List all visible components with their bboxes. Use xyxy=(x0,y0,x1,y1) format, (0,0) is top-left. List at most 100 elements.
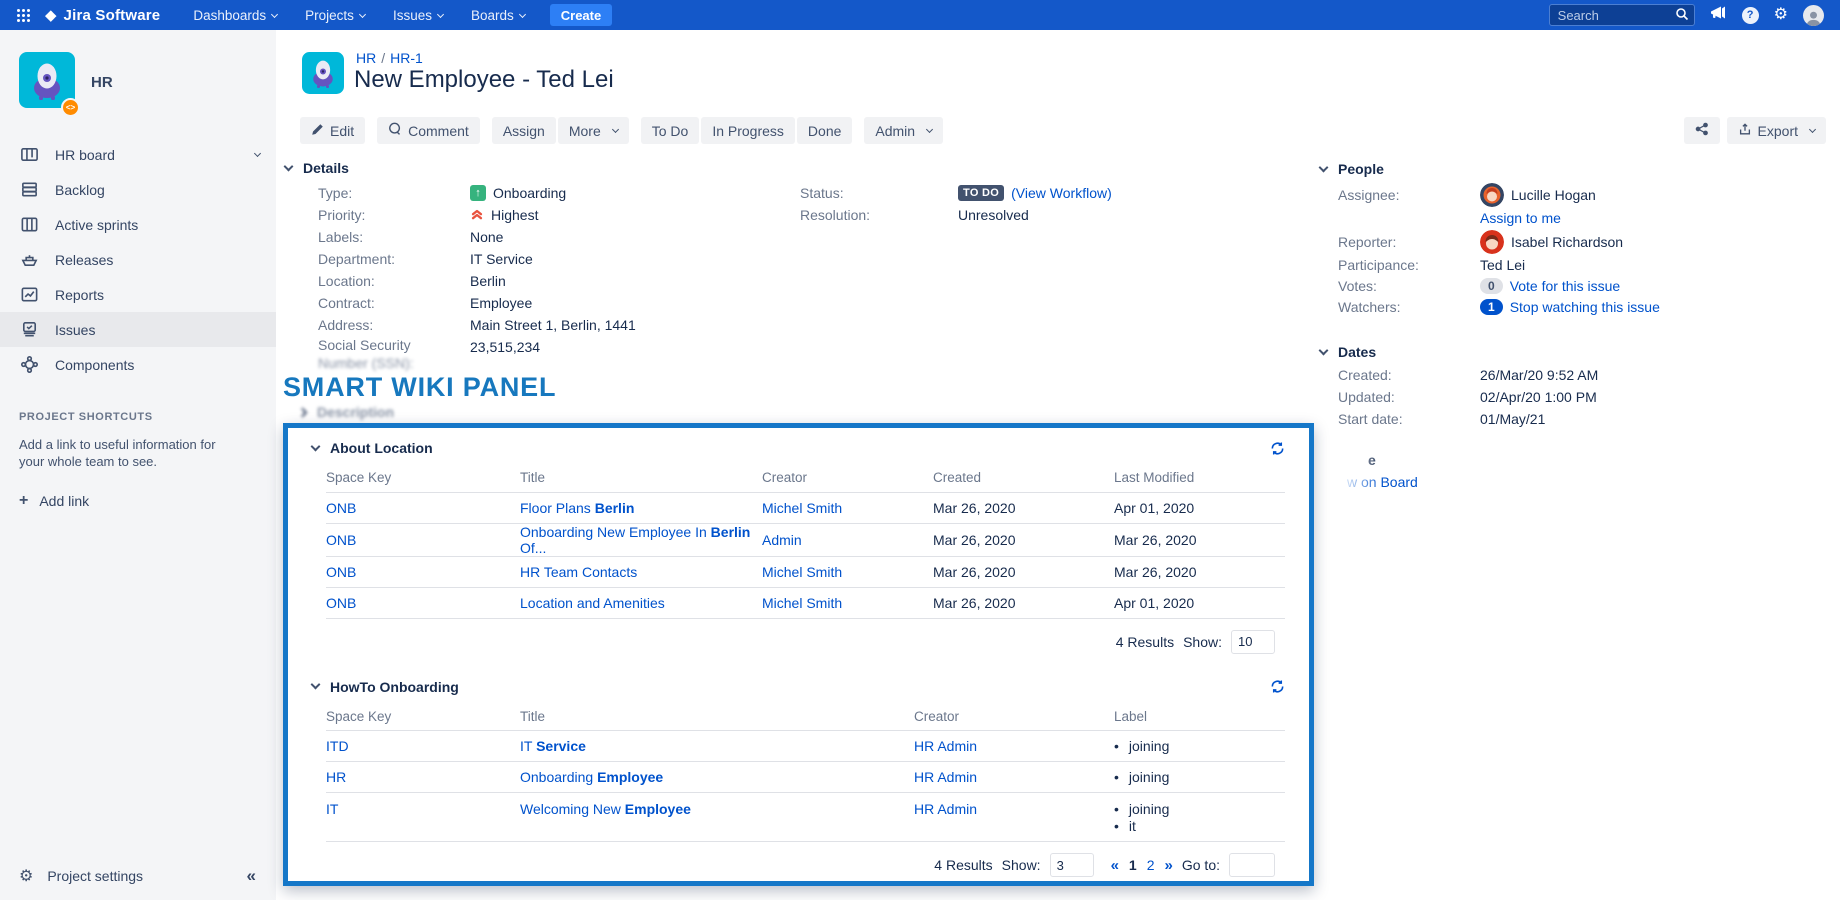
space-key-link[interactable]: ONB xyxy=(326,564,356,580)
in-progress-transition-button[interactable]: In Progress xyxy=(701,117,795,144)
collapse-details-icon[interactable] xyxy=(284,161,294,171)
pagination: « 1 2 » xyxy=(1111,857,1173,874)
stop-watching-link[interactable]: Stop watching this issue xyxy=(1510,299,1660,315)
creator-link[interactable]: Michel Smith xyxy=(762,564,842,580)
board-icon xyxy=(19,145,40,164)
table-row: IT Welcoming New Employee HR Admin joini… xyxy=(326,793,1285,842)
admin-button[interactable]: Admin xyxy=(864,117,943,144)
collapse-about-location-icon[interactable] xyxy=(311,441,321,451)
first-page-button[interactable]: « xyxy=(1111,857,1119,874)
howto-onboarding-table: Space Key Title Creator Label ITD IT Ser… xyxy=(326,703,1285,843)
refresh-icon[interactable] xyxy=(1270,679,1285,694)
page-title-link[interactable]: Welcoming New Employee xyxy=(520,801,691,817)
reporter-link[interactable]: Isabel Richardson xyxy=(1511,234,1623,250)
jira-logo[interactable]: ◆ Jira Software xyxy=(45,7,160,24)
space-key-link[interactable]: ONB xyxy=(326,532,356,548)
comment-button[interactable]: Comment xyxy=(377,117,480,144)
space-key-link[interactable]: IT xyxy=(326,801,338,817)
sidebar-menu: HR board Backlog Active sprints Releases… xyxy=(0,137,276,382)
vote-link[interactable]: Vote for this issue xyxy=(1510,278,1621,294)
todo-transition-button[interactable]: To Do xyxy=(641,117,700,144)
gear-icon[interactable]: ⚙ xyxy=(1774,7,1788,23)
creator-link[interactable]: HR Admin xyxy=(914,769,977,785)
project-type-badge: <> xyxy=(61,98,80,117)
breadcrumb-project-link[interactable]: HR xyxy=(356,50,376,66)
project-settings-button[interactable]: Project settings xyxy=(47,868,143,884)
about-location-header: About Location xyxy=(312,438,1285,458)
page-title-link[interactable]: HR Team Contacts xyxy=(520,564,637,580)
user-avatar[interactable] xyxy=(1803,5,1824,26)
creator-link[interactable]: Michel Smith xyxy=(762,595,842,611)
search-input[interactable] xyxy=(1549,4,1695,26)
chevron-down-icon xyxy=(437,10,444,17)
export-button[interactable]: Export xyxy=(1727,117,1826,144)
sidebar-item-hr-board[interactable]: HR board xyxy=(0,137,276,172)
column-header: Creator xyxy=(914,703,1114,731)
refresh-icon[interactable] xyxy=(1270,441,1285,456)
table-row: ONB HR Team Contacts Michel Smith Mar 26… xyxy=(326,556,1285,587)
space-key-link[interactable]: ONB xyxy=(326,595,356,611)
page-title-link[interactable]: Onboarding Employee xyxy=(520,769,663,785)
page-title-link[interactable]: Floor Plans Berlin xyxy=(520,500,634,516)
column-header: Title xyxy=(520,464,762,492)
share-button[interactable] xyxy=(1684,117,1720,144)
assign-button[interactable]: Assign xyxy=(492,117,556,144)
nav-dashboards[interactable]: Dashboards xyxy=(184,0,286,30)
view-on-board-link-fragment[interactable]: w on Board xyxy=(1347,474,1418,490)
show-count-input[interactable] xyxy=(1231,630,1275,654)
creator-link[interactable]: HR Admin xyxy=(914,801,977,817)
page-title-link[interactable]: IT Service xyxy=(520,738,586,754)
space-key-link[interactable]: ITD xyxy=(326,738,349,754)
sidebar-item-reports[interactable]: Reports xyxy=(0,277,276,312)
expand-description-icon[interactable] xyxy=(298,407,308,417)
collapse-howto-icon[interactable] xyxy=(311,680,321,690)
edit-button[interactable]: Edit xyxy=(300,117,365,144)
more-button[interactable]: More xyxy=(558,117,629,144)
view-workflow-link[interactable]: (View Workflow) xyxy=(1011,185,1112,201)
nav-issues[interactable]: Issues xyxy=(384,0,452,30)
help-icon[interactable]: ? xyxy=(1742,7,1759,24)
backlog-icon xyxy=(19,180,40,199)
assign-to-me-link[interactable]: Assign to me xyxy=(1480,210,1561,226)
chart-icon xyxy=(19,285,40,304)
collapse-people-icon[interactable] xyxy=(1319,162,1329,172)
page-title-link[interactable]: Onboarding New Employee In Berlin Of... xyxy=(520,524,750,556)
done-transition-button[interactable]: Done xyxy=(797,117,852,144)
ship-icon xyxy=(19,250,40,269)
creator-link[interactable]: Admin xyxy=(762,532,802,548)
issue-project-avatar[interactable] xyxy=(302,52,344,99)
sidebar-item-backlog[interactable]: Backlog xyxy=(0,172,276,207)
plus-icon: + xyxy=(19,493,28,509)
project-sidebar: <> HR HR board Backlog Active sprints Re… xyxy=(0,30,276,900)
sidebar-item-components[interactable]: Components xyxy=(0,347,276,382)
add-link-button[interactable]: + Add link xyxy=(19,493,256,509)
last-page-button[interactable]: » xyxy=(1165,857,1173,874)
creator-link[interactable]: HR Admin xyxy=(914,738,977,754)
page-title-link[interactable]: Location and Amenities xyxy=(520,595,665,611)
column-header: Creator xyxy=(762,464,933,492)
show-count-input[interactable] xyxy=(1050,853,1094,877)
assignee-avatar xyxy=(1480,183,1504,207)
sidebar-item-releases[interactable]: Releases xyxy=(0,242,276,277)
create-button[interactable]: Create xyxy=(550,4,612,26)
nav-projects[interactable]: Projects xyxy=(296,0,374,30)
app-switcher-icon[interactable] xyxy=(16,8,31,23)
label-item: joining xyxy=(1114,801,1285,818)
assignee-link[interactable]: Lucille Hogan xyxy=(1511,187,1596,203)
project-avatar[interactable]: <> xyxy=(19,52,75,113)
collapse-sidebar-button[interactable]: « xyxy=(247,866,256,886)
sidebar-item-issues[interactable]: Issues xyxy=(0,312,276,347)
nav-boards[interactable]: Boards xyxy=(462,0,534,30)
space-key-link[interactable]: ONB xyxy=(326,500,356,516)
creator-link[interactable]: Michel Smith xyxy=(762,500,842,516)
collapse-dates-icon[interactable] xyxy=(1319,345,1329,355)
goto-page-input[interactable] xyxy=(1229,853,1275,877)
sidebar-item-active-sprints[interactable]: Active sprints xyxy=(0,207,276,242)
announcements-icon[interactable] xyxy=(1710,5,1727,25)
project-shortcuts-text: Add a link to useful information for you… xyxy=(19,436,225,470)
page-2-link[interactable]: 2 xyxy=(1147,857,1155,873)
jira-diamond-icon: ◆ xyxy=(45,8,57,23)
breadcrumb-issue-link[interactable]: HR-1 xyxy=(390,50,423,66)
column-header: Title xyxy=(520,703,914,731)
space-key-link[interactable]: HR xyxy=(326,769,346,785)
